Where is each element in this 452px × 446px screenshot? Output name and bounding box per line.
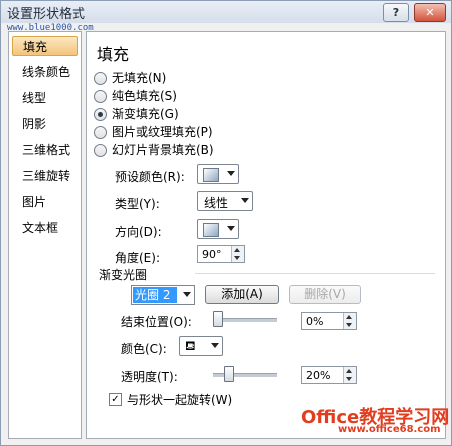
nav-item-text-box[interactable]: 文本框 [12,218,78,238]
spin-buttons[interactable] [231,246,244,262]
chevron-down-icon [241,198,249,203]
format-shape-dialog: 设置形状格式 ? ✕ www.blue1000.com 填充 线条颜色 线型 阴… [0,0,452,446]
rotate-with-shape-label: 与形状一起旋转(W) [127,393,233,407]
add-stop-button[interactable]: 添加(A) [205,285,279,304]
color-dropdown[interactable]: ⛾ [179,336,223,356]
nav-item-fill[interactable]: 填充 [12,36,78,56]
nav-item-line-color[interactable]: 线条颜色 [12,62,78,82]
radio-label-no-fill: 无填充(N) [112,71,167,85]
gradient-stop-value: 光圈 2 [133,287,177,303]
angle-spinner[interactable]: 90° [197,245,245,263]
radio-no-fill[interactable] [94,72,107,85]
paint-bucket-icon: ⛾ [185,339,196,354]
watermark-url-bottom: www.office68.com [338,424,441,435]
color-label: 颜色(C): [121,342,167,356]
nav-item-shadow[interactable]: 阴影 [12,114,78,134]
spin-buttons[interactable] [343,367,356,383]
preset-colors-dropdown[interactable] [197,164,239,184]
nav-item-3d-rotation[interactable]: 三维旋转 [12,166,78,186]
close-button[interactable]: ✕ [414,3,446,22]
separator [195,273,435,274]
angle-value: 90° [202,248,222,261]
chevron-down-icon [211,343,219,348]
end-position-slider-thumb[interactable] [213,311,223,327]
panel-title: 填充 [97,45,130,64]
transparency-spinner[interactable]: 20% [301,366,357,384]
fill-panel: 填充 无填充(N) 纯色填充(S) 渐变填充(G) 图片或纹理填充(P) 幻灯片… [86,31,446,439]
angle-label: 角度(E): [115,251,160,265]
rotate-with-shape-checkbox[interactable]: ✓ [109,393,122,406]
direction-label: 方向(D): [115,225,162,239]
type-dropdown[interactable]: 线性 [197,191,253,211]
nav-item-picture[interactable]: 图片 [12,192,78,212]
gradient-swatch-icon [203,168,219,182]
end-position-label: 结束位置(O): [121,315,192,329]
category-list: 填充 线条颜色 线型 阴影 三维格式 三维旋转 图片 文本框 [8,31,82,439]
radio-label-solid-fill: 纯色填充(S) [112,89,177,103]
end-position-spinner[interactable]: 0% [301,312,357,330]
preset-colors-label: 预设颜色(R): [115,170,185,184]
radio-solid-fill[interactable] [94,90,107,103]
radio-label-gradient-fill: 渐变填充(G) [112,107,179,121]
type-label: 类型(Y): [115,197,160,211]
title-bar: 设置形状格式 ? ✕ [1,1,451,23]
end-position-value: 0% [306,315,324,328]
chevron-down-icon [227,171,235,176]
type-value: 线性 [204,196,229,210]
nav-item-3d-format[interactable]: 三维格式 [12,140,78,160]
direction-dropdown[interactable] [197,219,239,239]
transparency-slider-thumb[interactable] [224,366,234,382]
spin-buttons[interactable] [343,313,356,329]
chevron-down-icon [227,226,235,231]
radio-label-picture-fill: 图片或纹理填充(P) [112,125,213,139]
radio-gradient-fill[interactable] [94,108,107,121]
radio-label-slide-bg-fill: 幻灯片背景填充(B) [112,143,214,157]
transparency-value: 20% [306,369,331,382]
delete-stop-button[interactable]: 删除(V) [289,285,361,304]
chevron-down-icon [183,292,191,297]
window-title: 设置形状格式 [7,7,86,22]
direction-swatch-icon [203,223,219,237]
help-button[interactable]: ? [383,3,409,22]
radio-slide-bg-fill[interactable] [94,144,107,157]
transparency-label: 透明度(T): [121,370,178,384]
transparency-slider[interactable] [213,373,277,377]
gradient-stop-dropdown[interactable]: 光圈 2 [131,285,195,305]
radio-picture-fill[interactable] [94,126,107,139]
nav-item-line-style[interactable]: 线型 [12,88,78,108]
gradient-stops-label: 渐变光圈 [99,268,148,282]
